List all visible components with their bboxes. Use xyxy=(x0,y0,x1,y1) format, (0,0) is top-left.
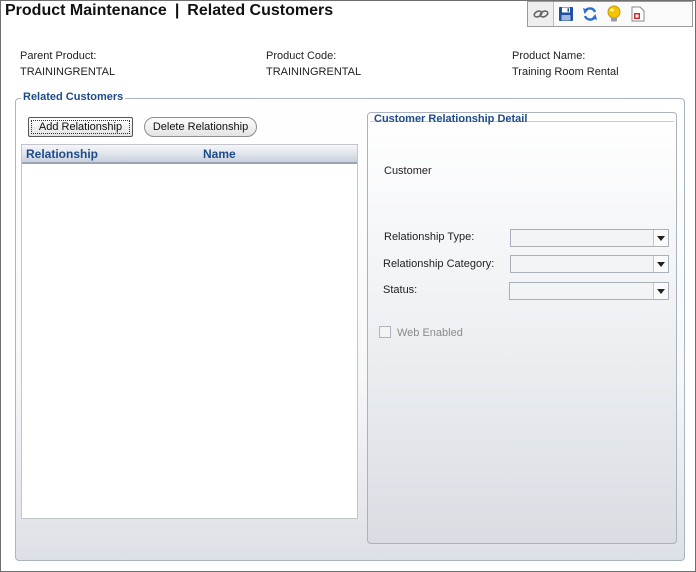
column-header-name[interactable]: Name xyxy=(203,147,236,161)
web-enabled-checkbox[interactable] xyxy=(379,326,391,338)
relationship-category-label: Relationship Category: xyxy=(383,258,495,270)
chevron-down-icon[interactable] xyxy=(653,256,668,272)
lightbulb-icon xyxy=(606,5,622,23)
save-icon xyxy=(558,6,574,22)
product-code-label: Product Code: xyxy=(266,50,337,62)
related-customers-legend: Related Customers xyxy=(21,91,126,103)
grid-header: Relationship Name xyxy=(22,145,357,164)
product-name-info: Product Name: Training Room Rental xyxy=(512,50,619,78)
link-icon xyxy=(532,8,549,20)
parent-product-value: TRAININGRENTAL xyxy=(20,66,116,78)
report-icon xyxy=(631,6,645,22)
product-code-value: TRAININGRENTAL xyxy=(266,66,362,78)
chevron-down-icon[interactable] xyxy=(653,283,668,299)
web-enabled-label: Web Enabled xyxy=(397,327,463,339)
product-code-info: Product Code: TRAININGRENTAL xyxy=(266,50,361,78)
page-title-main: Product Maintenance xyxy=(5,2,167,19)
refresh-button[interactable] xyxy=(578,2,602,26)
product-name-value: Training Room Rental xyxy=(512,66,619,78)
refresh-icon xyxy=(582,6,598,22)
save-button[interactable] xyxy=(554,2,578,26)
add-relationship-button[interactable]: Add Relationship xyxy=(28,117,133,137)
page-title-sub: Related Customers xyxy=(187,2,334,19)
customer-label: Customer xyxy=(384,165,432,177)
page-title: Product Maintenance | Related Customers xyxy=(5,2,333,20)
tip-button[interactable] xyxy=(602,2,626,26)
title-separator: | xyxy=(174,2,180,19)
link-button[interactable] xyxy=(528,2,554,26)
parent-product-label: Parent Product: xyxy=(20,50,97,62)
status-select[interactable] xyxy=(509,282,669,300)
product-name-label: Product Name: xyxy=(512,50,586,62)
chevron-down-icon[interactable] xyxy=(653,230,668,246)
toolbar xyxy=(527,1,693,27)
relationship-category-select[interactable] xyxy=(510,255,669,273)
parent-product-info: Parent Product: TRAININGRENTAL xyxy=(20,50,115,78)
customer-relationship-detail-legend: Customer Relationship Detail xyxy=(374,113,528,125)
column-header-relationship[interactable]: Relationship xyxy=(22,147,203,161)
report-button[interactable] xyxy=(626,2,650,26)
delete-relationship-button[interactable]: Delete Relationship xyxy=(144,117,257,137)
status-label: Status: xyxy=(383,284,418,296)
relationship-type-select[interactable] xyxy=(510,229,669,247)
relationships-grid[interactable]: Relationship Name xyxy=(21,144,358,519)
relationship-type-label: Relationship Type: xyxy=(384,231,475,243)
